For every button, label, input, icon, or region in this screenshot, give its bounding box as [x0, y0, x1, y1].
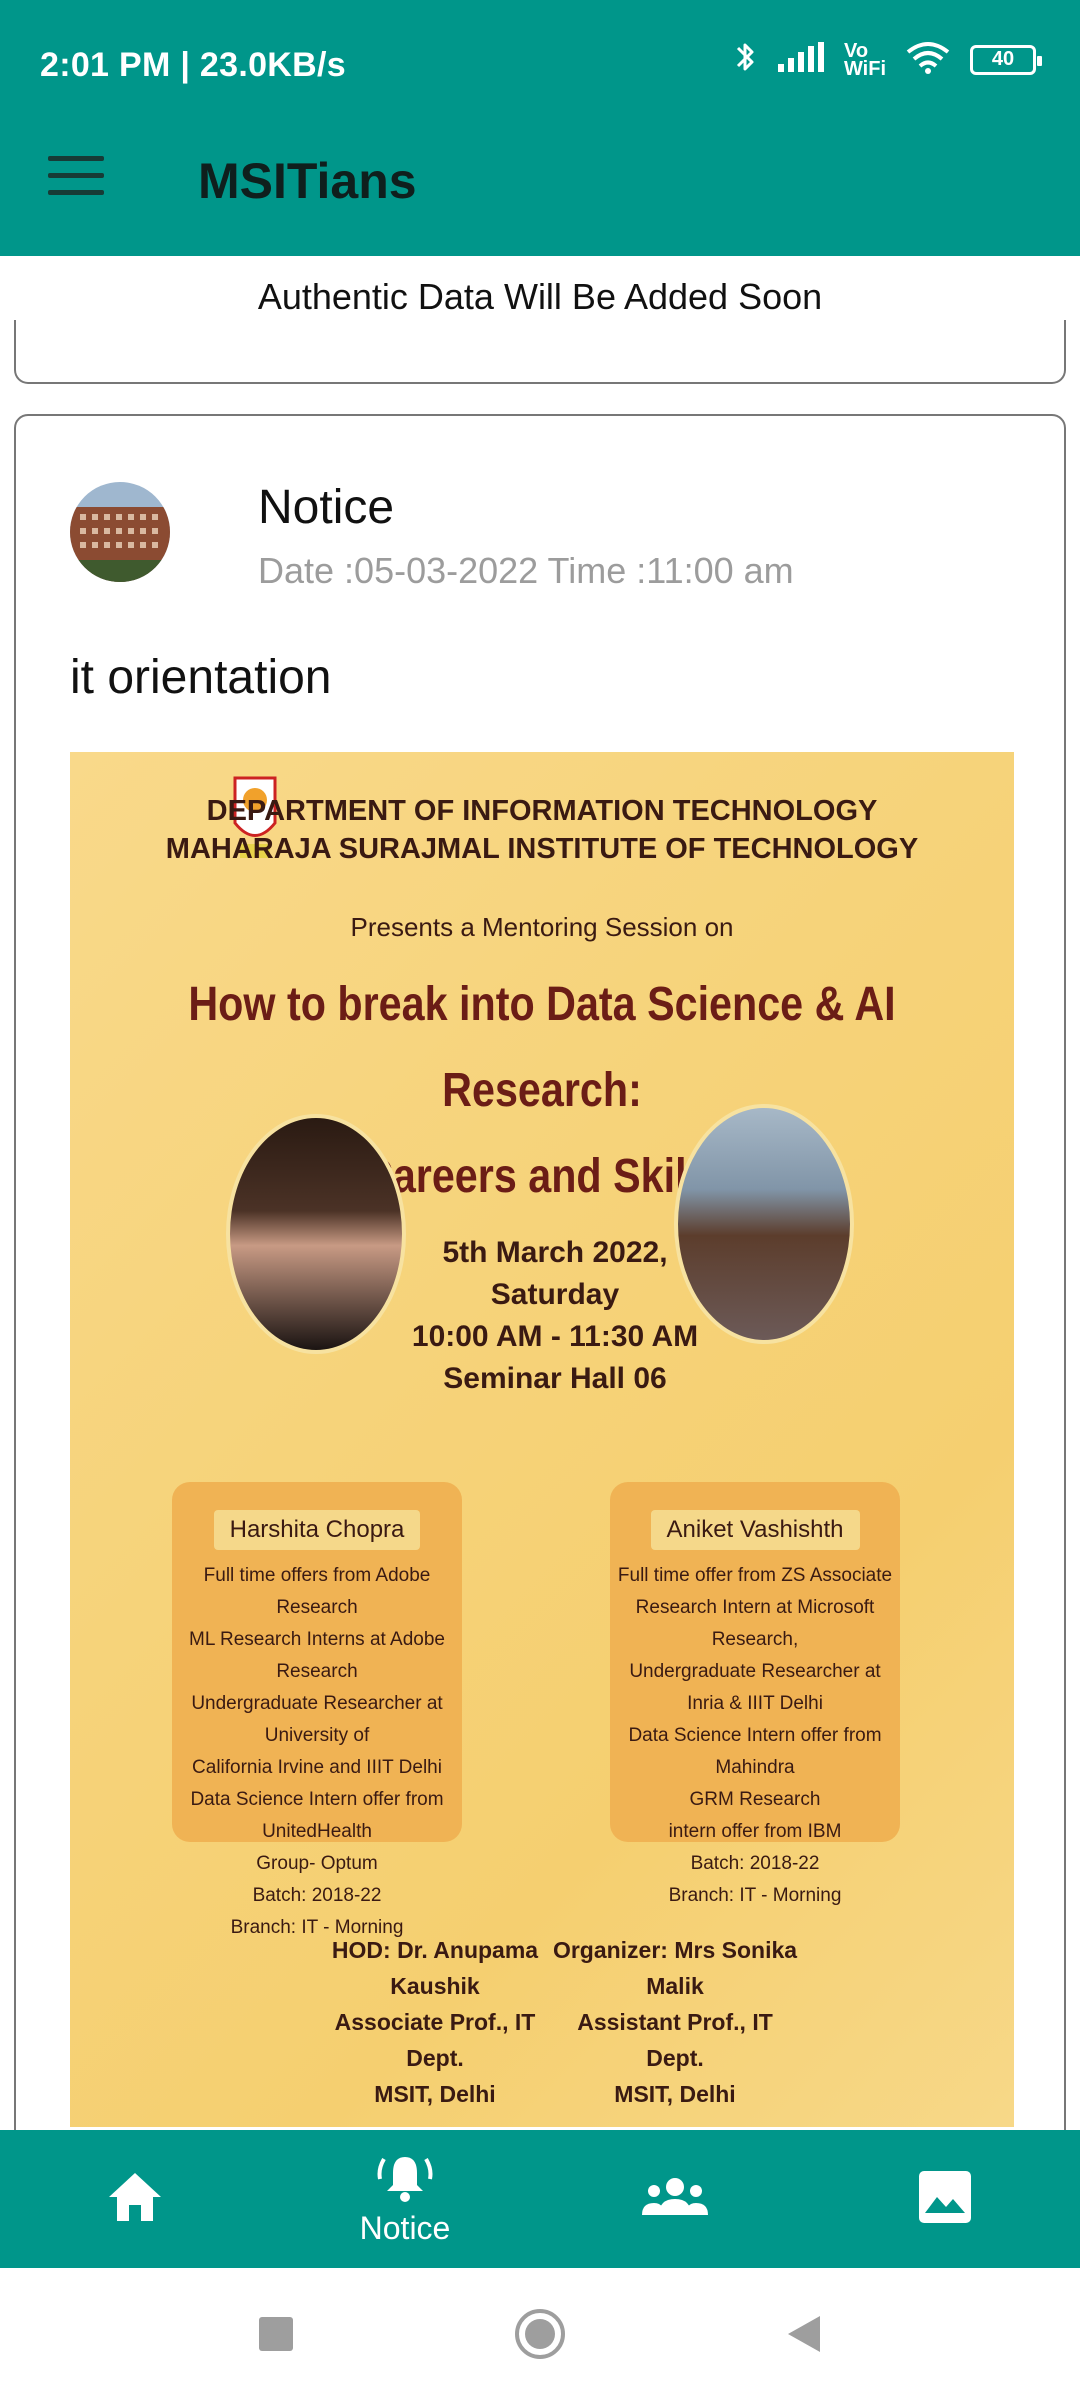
nav-group[interactable]: [540, 2130, 810, 2268]
app-title: MSITians: [198, 153, 417, 209]
previous-card[interactable]: [14, 320, 1066, 384]
notice-card[interactable]: Notice Date :05-03-2022 Time :11:00 am i…: [14, 414, 1066, 2214]
poster-schedule: 5th March 2022, Saturday 10:00 AM - 11:3…: [411, 1236, 699, 1395]
status-time-speed: 2:01 PM | 23.0KB/s: [40, 46, 346, 84]
image-gallery-icon: [919, 2170, 971, 2228]
nav-notice[interactable]: Notice: [270, 2130, 540, 2268]
home-icon: [107, 2171, 163, 2228]
poster-department: DEPARTMENT OF INFORMATION TECHNOLOGY MAH…: [165, 795, 919, 865]
signal-icon: [777, 42, 824, 77]
wifi-icon: [906, 40, 950, 79]
speaker-name: Aniket Vashishth: [650, 1510, 860, 1550]
status-icons: Vo WiFi 40: [734, 38, 1042, 81]
notice-title: Notice: [258, 481, 395, 534]
notice-body: it orientation: [70, 651, 332, 704]
system-navigation-bar: [0, 2268, 1080, 2400]
nav-notice-label: Notice: [359, 2210, 451, 2246]
bluetooth-icon: [734, 38, 758, 81]
nav-gallery[interactable]: [810, 2130, 1080, 2268]
hamburger-menu-icon[interactable]: [48, 156, 104, 196]
recent-apps-icon[interactable]: [258, 2316, 294, 2352]
speaker-photo-left: [226, 1114, 406, 1354]
college-building-avatar: [70, 482, 170, 582]
bottom-navigation: Notice: [0, 2130, 1080, 2268]
poster-presents: Presents a Mentoring Session on: [350, 912, 734, 942]
group-icon: [642, 2177, 708, 2222]
home-button-icon[interactable]: [514, 2308, 566, 2360]
app-header: 2:01 PM | 23.0KB/s Vo WiFi 40 MSITians: [0, 0, 1080, 256]
notice-poster-image[interactable]: DEPARTMENT OF INFORMATION TECHNOLOGY MAH…: [70, 752, 1014, 2127]
poster-hod: HOD: Dr. Anupama Kaushik Associate Prof.…: [331, 1937, 539, 2107]
back-button-icon[interactable]: [786, 2314, 822, 2354]
poster-organizer: Organizer: Mrs Sonika Malik Assistant Pr…: [552, 1937, 798, 2107]
notification-bell-icon: [376, 2151, 434, 2208]
vowifi-indicator: Vo WiFi: [843, 39, 886, 80]
notice-date: Date :05-03-2022 Time :11:00 am: [258, 550, 794, 591]
battery-icon: 40: [970, 44, 1042, 75]
nav-home[interactable]: [0, 2130, 270, 2268]
speaker-card-right: Aniket Vashishth Full time offer from ZS…: [610, 1482, 900, 1906]
speaker-card-left: Harshita Chopra Full time offers from Ad…: [172, 1482, 462, 1938]
speaker-name: Harshita Chopra: [213, 1510, 421, 1550]
